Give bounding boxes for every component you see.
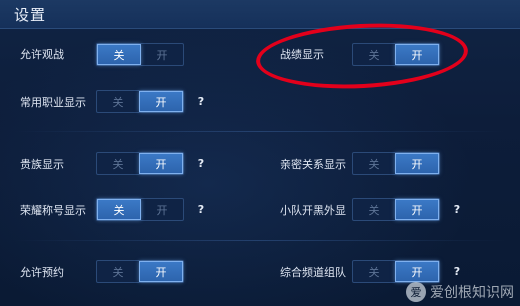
honor-title-toggle[interactable]: 关 开 xyxy=(96,198,184,221)
section-divider xyxy=(14,131,506,132)
common-role-label: 常用职业显示 xyxy=(20,96,86,109)
section-divider xyxy=(14,240,506,241)
intimacy-label: 亲密关系显示 xyxy=(280,158,346,171)
title-bar: 设置 xyxy=(0,0,520,29)
allow-reserve-on-option[interactable]: 开 xyxy=(139,261,183,282)
watermark-text: 爱创根知识网 xyxy=(430,285,514,301)
honor-title-label: 荣耀称号显示 xyxy=(20,204,86,217)
noble-label: 贵族显示 xyxy=(20,158,64,171)
channel-team-on-option[interactable]: 开 xyxy=(395,261,439,282)
common-role-on-option[interactable]: 开 xyxy=(139,91,183,112)
honor-title-on-option[interactable]: 开 xyxy=(141,199,183,220)
watermark: 爱 爱创根知识网 xyxy=(406,282,514,302)
allow-reserve-label: 允许预约 xyxy=(20,266,64,279)
team-blacklist-label: 小队开黑外显 xyxy=(280,204,346,217)
noble-on-option[interactable]: 开 xyxy=(139,153,183,174)
watermark-logo-icon: 爱 xyxy=(406,282,426,302)
common-role-toggle[interactable]: 关 开 xyxy=(96,90,184,113)
common-role-off-option[interactable]: 关 xyxy=(97,91,139,112)
page-title: 设置 xyxy=(14,6,47,24)
channel-team-off-option[interactable]: 关 xyxy=(353,261,395,282)
channel-team-label: 综合频道组队 xyxy=(280,266,346,279)
honor-title-help-icon[interactable]: ? xyxy=(194,202,208,216)
team-blacklist-toggle[interactable]: 关 开 xyxy=(352,198,440,221)
noble-toggle[interactable]: 关 开 xyxy=(96,152,184,175)
channel-team-help-icon[interactable]: ? xyxy=(450,264,464,278)
intimacy-toggle[interactable]: 关 开 xyxy=(352,152,440,175)
allow-spectate-off-option[interactable]: 关 xyxy=(97,44,141,65)
channel-team-toggle[interactable]: 关 开 xyxy=(352,260,440,283)
honor-title-off-option[interactable]: 关 xyxy=(97,199,141,220)
team-blacklist-off-option[interactable]: 关 xyxy=(353,199,395,220)
intimacy-on-option[interactable]: 开 xyxy=(395,153,439,174)
intimacy-off-option[interactable]: 关 xyxy=(353,153,395,174)
allow-spectate-on-option[interactable]: 开 xyxy=(141,44,183,65)
allow-reserve-toggle[interactable]: 关 开 xyxy=(96,260,184,283)
allow-spectate-toggle[interactable]: 关 开 xyxy=(96,43,184,66)
common-role-help-icon[interactable]: ? xyxy=(194,94,208,108)
team-blacklist-help-icon[interactable]: ? xyxy=(450,202,464,216)
allow-reserve-off-option[interactable]: 关 xyxy=(97,261,139,282)
noble-help-icon[interactable]: ? xyxy=(194,156,208,170)
team-blacklist-on-option[interactable]: 开 xyxy=(395,199,439,220)
allow-spectate-label: 允许观战 xyxy=(20,48,64,61)
noble-off-option[interactable]: 关 xyxy=(97,153,139,174)
